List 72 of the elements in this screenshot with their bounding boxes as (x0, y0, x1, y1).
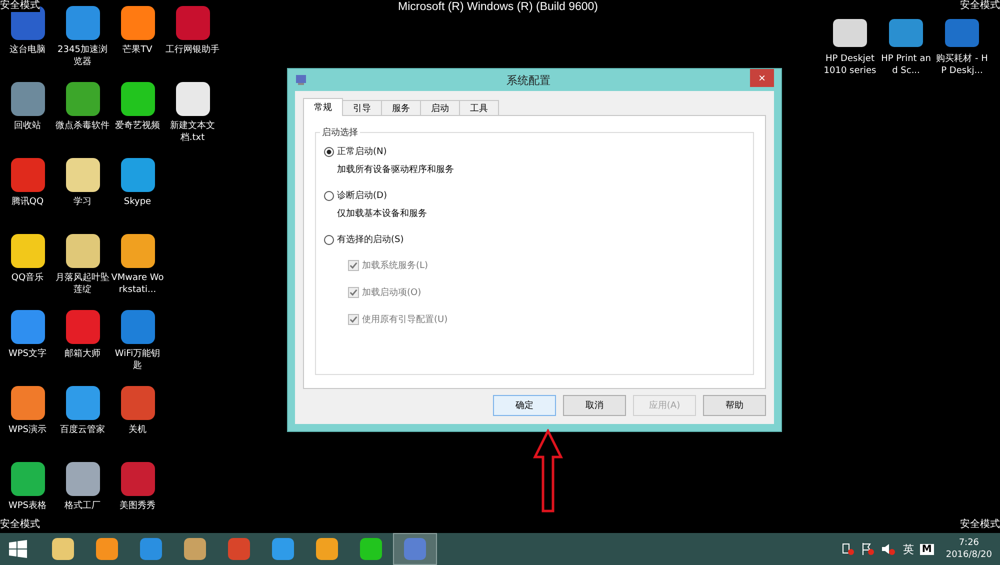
icon-label: WPS文字 (7, 348, 48, 360)
app-icon[interactable] (64, 156, 102, 194)
app-icon[interactable] (64, 80, 102, 118)
app-icon[interactable] (8, 460, 46, 498)
icon-label: HP Deskjet 1010 series (823, 53, 877, 77)
app-icon[interactable] (64, 384, 102, 422)
icon-label: 购买耗材 - HP Deskj... (935, 53, 989, 77)
group-title: 启动选择 (320, 126, 360, 139)
icon-label: QQ音乐 (10, 272, 45, 284)
app-icon[interactable] (8, 384, 46, 422)
app-icon[interactable] (64, 4, 102, 42)
window-title: 系统配置 (506, 72, 552, 88)
monitor-icon (295, 74, 307, 86)
icon-label: 芒果TV (122, 44, 154, 56)
tab[interactable]: 工具 (459, 100, 499, 115)
icon-label: WPS表格 (7, 500, 48, 512)
tab[interactable]: 启动 (420, 100, 460, 115)
option-label[interactable]: 正常启动(N) (337, 145, 387, 158)
radio-button[interactable] (324, 146, 334, 156)
app-icon[interactable] (174, 80, 212, 118)
network-icon[interactable] (840, 542, 855, 556)
icon-label: 爱奇艺视频 (114, 120, 161, 132)
option-label[interactable]: 诊断启动(D) (337, 189, 387, 202)
app-icon[interactable] (8, 308, 46, 346)
icon-label: 百度云管家 (59, 424, 106, 436)
icon-label: 关机 (128, 424, 148, 436)
icon-label: VMware Workstati... (110, 272, 164, 296)
icon-label: 2345加速浏览器 (56, 44, 108, 68)
icon-label: HP Print and Sc... (880, 53, 932, 77)
app-icon[interactable] (118, 156, 156, 194)
app-icon[interactable] (64, 232, 102, 270)
icon-label: 工行网银助手 (166, 44, 220, 56)
flag-icon[interactable] (860, 542, 875, 556)
safe-mode-label: 安全模式 (0, 519, 40, 531)
dialog-button[interactable]: 取消 (563, 395, 626, 416)
input-mode-indicator[interactable]: M (920, 544, 934, 554)
app-icon[interactable] (64, 460, 102, 498)
tab[interactable]: 服务 (381, 100, 421, 115)
input-method-indicator[interactable]: 英 (902, 542, 914, 556)
tab[interactable]: 常规 (303, 98, 343, 116)
radio-button[interactable] (324, 234, 334, 244)
radio-button[interactable] (324, 190, 334, 200)
app-icon[interactable] (118, 80, 156, 118)
icon-label: 回收站 (13, 120, 42, 132)
speaker-icon[interactable] (880, 542, 895, 556)
app-icon[interactable] (118, 232, 156, 270)
icon-label: 微点杀毒软件 (56, 120, 110, 132)
dialog-button[interactable]: 确定 (493, 395, 556, 416)
dialog-button[interactable]: 帮助 (703, 395, 766, 416)
icon-label: 新建文本文档.txt (169, 120, 216, 144)
tab[interactable]: 引导 (342, 100, 382, 115)
app-icon[interactable] (8, 232, 46, 270)
icon-label: 学习 (72, 196, 92, 208)
icon-label: 美图秀秀 (118, 500, 156, 512)
build-label: Microsoft (R) Windows (R) (Build 9600) (398, 1, 598, 13)
windows-start-icon[interactable] (9, 540, 27, 558)
safe-mode-label: 安全模式 (960, 519, 1000, 531)
icon-label: 这台电脑 (8, 44, 46, 56)
clock-time[interactable]: 7:26 (958, 537, 980, 549)
clock-date[interactable]: 2016/8/20 (946, 549, 992, 561)
close-button[interactable]: × (750, 69, 774, 87)
icon-label: WPS演示 (7, 424, 48, 436)
icon-label: 腾讯QQ (10, 196, 45, 208)
app-icon[interactable] (118, 4, 156, 42)
icon-label: 邮箱大师 (64, 348, 102, 360)
icon-label: WiFi万能钥匙 (114, 348, 162, 372)
option-label[interactable]: 有选择的启动(S) (337, 233, 404, 246)
icon-label: 月落风起叶坠莲绽 (56, 272, 110, 296)
option-description: 加载所有设备驱动程序和服务 (337, 164, 455, 176)
icon-label: Skype (122, 196, 152, 208)
icon-label: 格式工厂 (64, 500, 102, 512)
option-description: 仅加载基本设备和服务 (337, 208, 428, 220)
